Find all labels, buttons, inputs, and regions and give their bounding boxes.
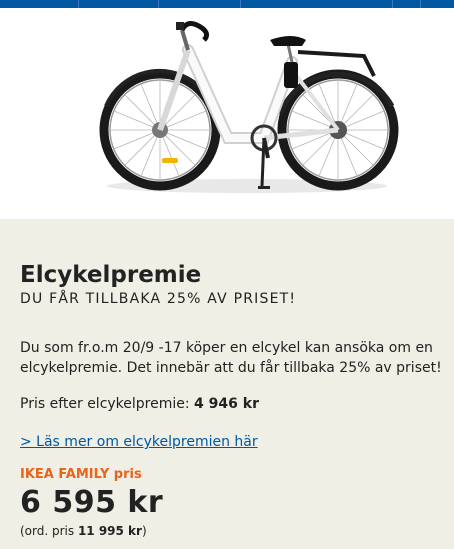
nav-divider	[240, 0, 241, 8]
promo-title: Elcykelpremie	[20, 262, 202, 288]
promo-description: Du som fr.o.m 20/9 -17 köper en elcykel …	[20, 340, 442, 376]
price-after-premium-value: 4 946 kr	[194, 396, 259, 412]
promo-subtitle: DU FÅR TILLBAKA 25% AV PRISET!	[20, 291, 297, 307]
read-more-link[interactable]: > Läs mer om elcykelpremien här	[20, 434, 258, 450]
top-navigation-bar	[0, 0, 454, 8]
price-after-premium-label: Pris efter elcykelpremie:	[20, 396, 195, 412]
promo-content: Elcykelpremie DU FÅR TILLBAKA 25% AV PRI…	[20, 262, 450, 538]
ordinary-price-suffix: )	[141, 524, 147, 538]
nav-divider	[158, 0, 159, 8]
nav-divider	[420, 0, 421, 8]
nav-divider	[392, 0, 393, 8]
ordinary-price-value: 11 995 kr	[77, 524, 142, 538]
ikea-family-price-label: IKEA FAMILY pris	[20, 467, 142, 482]
ordinary-price: (ord. pris 11 995 kr)	[20, 524, 147, 538]
product-hero	[0, 8, 454, 219]
price-after-premium: Pris efter elcykelpremie: 4 946 kr	[20, 396, 259, 412]
electric-bicycle-image	[99, 21, 399, 193]
ordinary-price-prefix: (ord. pris	[20, 524, 78, 538]
family-price: 6 595 kr	[20, 485, 164, 520]
nav-divider	[78, 0, 79, 8]
